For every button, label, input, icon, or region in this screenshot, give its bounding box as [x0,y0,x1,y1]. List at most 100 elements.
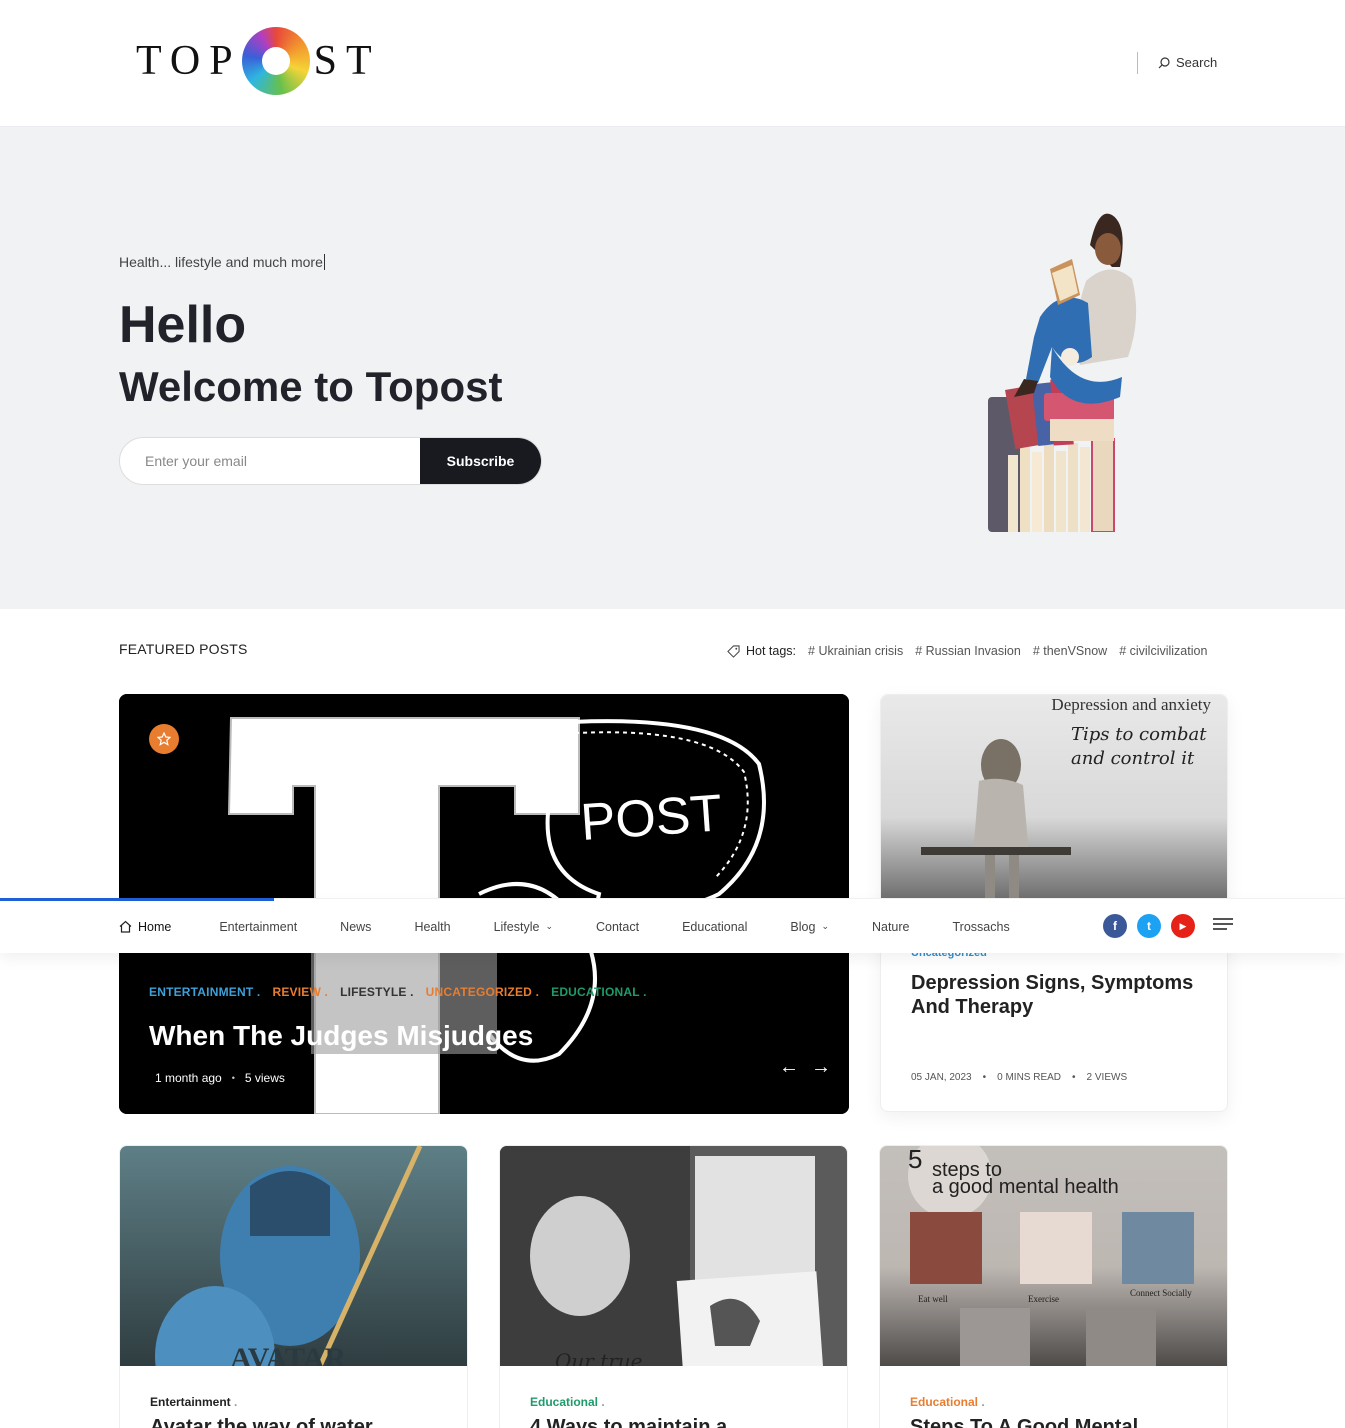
next-arrow-icon[interactable]: → [811,1056,831,1079]
nav-label: News [340,919,372,934]
nav-label: Contact [595,919,640,934]
featured-post-meta: 1 month ago • 5 views [155,1071,285,1085]
post-category[interactable]: Educational [910,1395,985,1409]
category-link[interactable]: UNCATEGORIZED [426,985,539,999]
post-read-time: 0 MINS READ [997,1072,1062,1083]
side-image-tip-line: and control it [1071,748,1195,769]
featured-star-badge [149,724,179,754]
post-image: AVATAR [120,1146,467,1366]
nav-menu: Home Entertainment News Health Lifestyle… [119,899,1010,954]
post-image-text: Our true [555,1349,643,1366]
post-image-number: 5 [908,1146,922,1174]
home-icon [119,920,132,933]
post-views: 2 VIEWS [1086,1072,1128,1083]
site-logo[interactable]: TOP ST [136,26,381,96]
search-icon [1158,56,1170,68]
post-card[interactable]: Our true Educational 4 Ways to maintain … [499,1145,848,1428]
sad-woman-figure [921,739,1071,899]
nav-label: Lifestyle [493,919,540,934]
post-title[interactable]: Avatar the way of water [150,1416,373,1428]
hot-tag-link[interactable]: # civilcivilization [1119,644,1207,658]
nav-label: Health [414,919,451,934]
side-post-meta: 05 JAN, 2023 • 0 MINS READ • 2 VIEWS [911,1072,1127,1083]
hot-tag-link[interactable]: # Ukrainian crisis [808,644,903,658]
nav-label: Nature [871,919,910,934]
hot-tags-label: Hot tags: [746,644,797,658]
hero-subtitle: Welcome to Topost [119,363,503,410]
hero-section: Health... lifestyle and much more Hello … [0,127,1345,609]
nav-item-nature[interactable]: Nature [872,920,910,934]
post-date: 05 JAN, 2023 [911,1072,972,1083]
post-time-ago: 1 month ago [155,1071,222,1085]
post-card[interactable]: 5 steps to a good mental health Eat well… [879,1145,1228,1428]
post-image: 5 steps to a good mental health Eat well… [880,1146,1227,1366]
sticky-main-nav: Home Entertainment News Health Lifestyle… [0,898,1345,953]
site-header: TOP ST Search [0,0,1345,127]
nav-label: Educational [682,919,748,934]
logo-text-left: TOP [136,38,242,84]
nav-label: Entertainment [219,919,298,934]
post-image: Our true [500,1146,847,1366]
post-image-label: Connect Socially [1130,1288,1192,1298]
subscribe-form: Subscribe [119,437,542,485]
nav-label: Home [138,919,172,934]
nav-item-home[interactable]: Home [119,920,171,934]
post-category[interactable]: Entertainment [150,1395,237,1409]
hamburger-menu-icon[interactable] [1213,918,1233,932]
email-input[interactable] [120,438,420,484]
side-image-tip: Tips to combat and control it [1071,723,1207,771]
category-link[interactable]: LIFESTYLE [340,985,414,999]
side-post-image: Depression and anxiety Tips to combat an… [881,695,1227,899]
post-image-text: AVATAR [230,1342,346,1366]
nav-item-trossachs[interactable]: Trossachs [953,920,1010,934]
nav-item-lifestyle[interactable]: Lifestyle ⌄ [494,920,553,934]
chevron-down-icon: ⌄ [545,921,553,931]
search-label: Search [1176,55,1218,70]
nav-label: Trossachs [952,919,1010,934]
post-title[interactable]: 4 Ways to maintain a [530,1416,727,1428]
subscribe-button[interactable]: Subscribe [420,438,541,484]
post-image-label: Eat well [918,1294,948,1304]
category-link[interactable]: EDUCATIONAL [551,985,647,999]
hero-tagline: Health... lifestyle and much more [119,254,325,270]
nav-item-entertainment[interactable]: Entertainment [219,920,297,934]
youtube-icon[interactable]: ▶ [1171,914,1195,938]
nav-item-health[interactable]: Health [414,920,450,934]
chevron-down-icon: ⌄ [821,921,829,931]
meta-separator: • [982,1072,987,1083]
featured-posts-heading: FEATURED POSTS [119,641,248,657]
hot-tag-link[interactable]: # Russian Invasion [915,644,1021,658]
hot-tags: Hot tags: # Ukrainian crisis # Russian I… [727,644,1207,658]
side-post-title[interactable]: Depression Signs, Symptoms And Therapy [911,971,1201,1019]
star-icon [157,732,171,746]
hero-title: Hello [119,296,247,354]
facebook-icon[interactable]: f [1103,914,1127,938]
nav-item-blog[interactable]: Blog ⌄ [790,920,829,934]
category-link[interactable]: REVIEW [272,985,328,999]
nav-item-educational[interactable]: Educational [682,920,747,934]
search-button[interactable]: Search [1158,55,1217,70]
meta-separator: • [231,1073,235,1083]
post-category[interactable]: Educational [530,1395,605,1409]
featured-post-categories: ENTERTAINMENT REVIEW LIFESTYLE UNCATEGOR… [149,985,647,999]
social-links: f t ▶ [1103,914,1195,938]
category-link[interactable]: ENTERTAINMENT [149,985,260,999]
logo-aperture-icon [241,27,310,95]
side-image-heading: Depression and anxiety [1051,695,1211,714]
nav-label: Blog [790,919,816,934]
twitter-icon[interactable]: t [1137,914,1161,938]
tag-icon [727,644,740,658]
post-title[interactable]: Steps To A Good Mental [910,1416,1138,1428]
post-image-line: a good mental health [932,1176,1119,1198]
nav-item-contact[interactable]: Contact [596,920,639,934]
meta-separator: • [1072,1072,1076,1083]
logo-text-right: ST [313,38,381,84]
reading-woman-illustration [988,213,1137,532]
nav-item-news[interactable]: News [340,920,371,934]
prev-arrow-icon[interactable]: ← [779,1056,799,1079]
side-image-tip-line: Tips to combat [1071,724,1207,745]
featured-post-title[interactable]: When The Judges Misjudges [149,1020,533,1052]
featured-image-text: POST [579,784,724,852]
post-card[interactable]: AVATAR Entertainment Avatar the way of w… [119,1145,468,1428]
hot-tag-link[interactable]: # thenVSnow [1033,644,1107,658]
